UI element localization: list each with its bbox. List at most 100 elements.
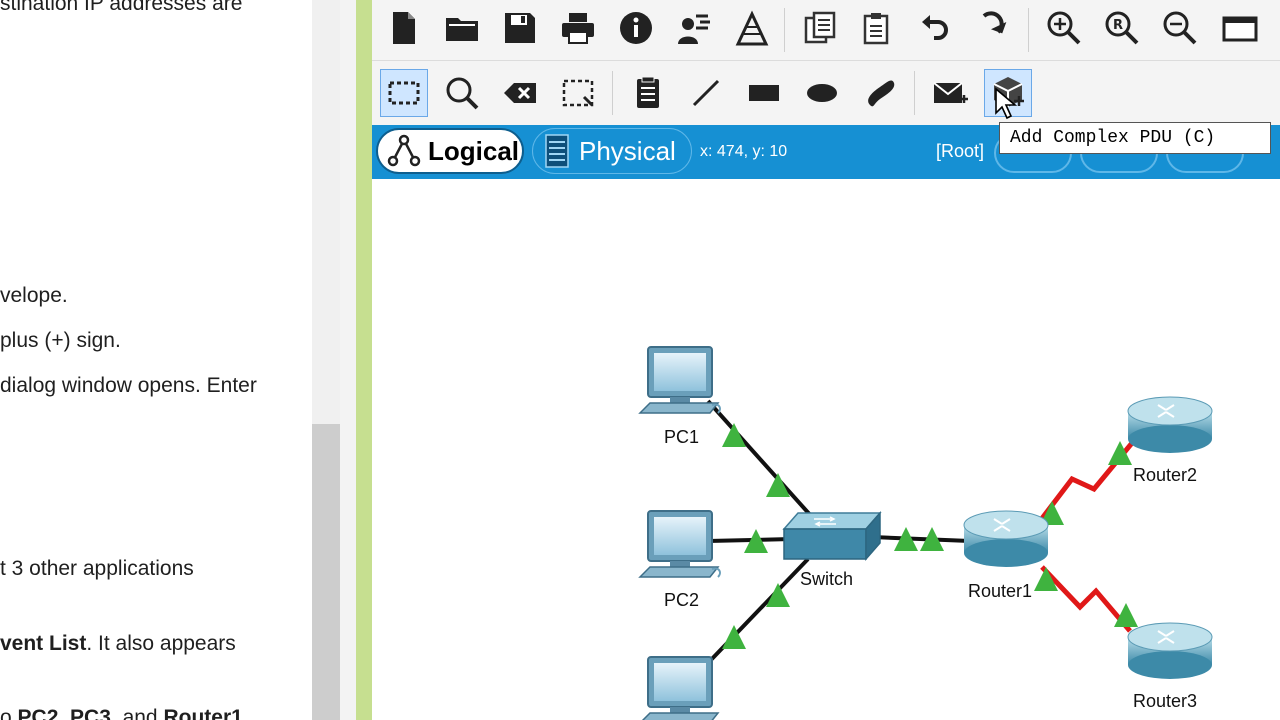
draw-ellipse-icon [807, 84, 837, 102]
link-pc1-switch[interactable] [706, 399, 814, 519]
root-navigation-label[interactable]: [Root] [936, 141, 984, 162]
window-icon [1222, 16, 1258, 42]
instruction-line: plus (+) sign. [0, 329, 121, 352]
packet-tracer-window: R Logical Physical x: 474, y: 10 [Root] … [372, 0, 1280, 720]
redo-icon [982, 11, 1007, 34]
zoom-in-icon [1047, 11, 1081, 45]
delete-button[interactable] [496, 69, 544, 117]
switch-device[interactable] [782, 511, 882, 561]
instruction-line: dialog window opens. Enter [0, 374, 257, 397]
select-icon [388, 81, 420, 105]
select-button[interactable] [380, 69, 428, 117]
serial-links [1038, 441, 1134, 633]
logical-topology-icon [387, 134, 421, 167]
zoom-out-icon [1163, 11, 1197, 45]
zoom-reset-icon: R [1105, 11, 1139, 45]
paste-icon [863, 13, 889, 45]
toolbar-separator [1028, 8, 1029, 52]
link-switch-router1[interactable] [871, 535, 971, 543]
inspect-icon [446, 77, 479, 110]
instruction-line: vent List. It also appears [0, 632, 236, 655]
svg-text:R: R [1113, 18, 1123, 33]
instructions-scrollbar[interactable] [312, 0, 340, 720]
redo-button[interactable] [970, 4, 1018, 52]
copy-button[interactable] [796, 4, 844, 52]
print-button[interactable] [554, 4, 602, 52]
freeform-button[interactable] [856, 69, 904, 117]
network-info-icon [735, 10, 769, 46]
draw-line-button[interactable] [682, 69, 730, 117]
inspect-button[interactable] [438, 69, 486, 117]
paste-button[interactable] [854, 4, 902, 52]
draw-rectangle-button[interactable] [740, 69, 788, 117]
toolbar-separator [784, 8, 785, 52]
instructions-panel: stination IP addresses are velope. plus … [0, 0, 312, 720]
info-icon [620, 12, 652, 44]
freeform-icon [868, 80, 895, 107]
toolbar-separator [612, 71, 613, 115]
router3-device[interactable] [1127, 622, 1213, 679]
tab-physical[interactable]: Physical [532, 128, 692, 174]
panel-splitter[interactable] [340, 0, 356, 720]
activity-wizard-icon [678, 14, 710, 44]
instruction-line: velope. [0, 284, 68, 307]
window-border [356, 0, 372, 720]
draw-rectangle-icon [749, 85, 779, 101]
print-icon [562, 13, 594, 44]
undo-icon [922, 15, 948, 40]
router2-device[interactable] [1127, 396, 1213, 453]
pc2-label: PC2 [664, 590, 700, 610]
tools-toolbar [372, 61, 1280, 125]
undo-button[interactable] [912, 4, 960, 52]
tab-logical-label: Logical [428, 135, 520, 166]
link-up-indicator [766, 473, 790, 497]
resize-shape-button[interactable] [554, 69, 602, 117]
add-complex-pdu-tooltip: Add Complex PDU (C) [999, 122, 1271, 154]
window-button[interactable] [1216, 4, 1264, 52]
info-button[interactable] [612, 4, 660, 52]
resize-shape-icon [562, 79, 594, 107]
router2-label: Router2 [1133, 465, 1198, 485]
open-folder-icon [446, 18, 478, 41]
instruction-line: stination IP addresses are [0, 0, 243, 15]
zoom-in-button[interactable] [1040, 4, 1088, 52]
cursor-coordinates: x: 474, y: 10 [700, 143, 788, 160]
pc3-device[interactable] [640, 656, 720, 720]
draw-ellipse-button[interactable] [798, 69, 846, 117]
scrollbar-thumb[interactable] [312, 424, 340, 720]
tab-logical[interactable]: Logical [376, 128, 524, 174]
save-button[interactable] [496, 4, 544, 52]
link-up-indicator [722, 423, 746, 447]
toolbar-separator [914, 71, 915, 115]
link-pc2-switch[interactable] [707, 537, 793, 543]
instruction-line: t 3 other applications [0, 557, 194, 580]
place-note-button[interactable] [624, 69, 672, 117]
zoom-reset-button[interactable]: R [1098, 4, 1146, 52]
add-simple-pdu-icon [933, 82, 968, 103]
place-note-icon [637, 76, 659, 108]
new-file-button[interactable] [380, 4, 428, 52]
pc1-device[interactable] [638, 346, 721, 414]
activity-wizard-button[interactable] [670, 4, 718, 52]
pc1-label: PC1 [664, 427, 700, 447]
save-icon [505, 13, 535, 43]
network-info-button[interactable] [728, 4, 776, 52]
instruction-line: o PC2, PC3, and Router1 [0, 706, 243, 720]
switch-label: Switch [800, 569, 854, 589]
copy-icon [804, 11, 836, 44]
network-topology [638, 346, 1213, 720]
new-file-icon [393, 12, 415, 44]
router1-label: Router1 [968, 581, 1033, 601]
main-toolbar: R [372, 0, 1280, 61]
router1-device[interactable] [963, 510, 1049, 567]
add-simple-pdu-button[interactable] [926, 69, 974, 117]
link-up-indicator [766, 583, 790, 607]
draw-line-icon [692, 79, 720, 107]
tab-physical-label: Physical [579, 135, 676, 166]
logical-workspace[interactable]: PC1 PC2 Switch Router1 Router2 Router3 [372, 179, 1280, 720]
zoom-out-button[interactable] [1156, 4, 1204, 52]
pc2-device[interactable] [638, 510, 721, 578]
open-folder-button[interactable] [438, 4, 486, 52]
router3-label: Router3 [1133, 691, 1198, 711]
physical-rack-icon [545, 134, 569, 168]
